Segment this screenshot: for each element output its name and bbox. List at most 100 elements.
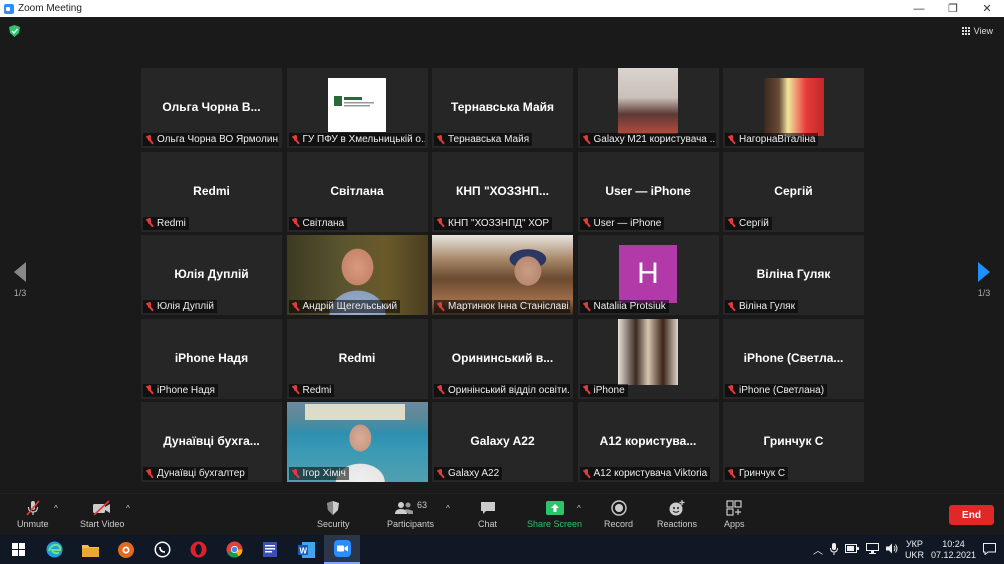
meeting-area: View 1/3 1/3 Ольга Чорна В... Ольга Чорна… [0,17,1004,493]
participant-tile[interactable]: A12 користува... A12 користувача Viktoria [577,402,719,482]
mic-muted-icon [291,468,300,479]
participant-tile[interactable]: H Nataliia Protsiuk [577,235,719,315]
maximize-button[interactable]: ❐ [936,2,970,15]
word-app-icon[interactable]: W [288,535,324,564]
participant-name: Юлія Дуплій [157,301,214,312]
participant-tile[interactable]: Андрій Щегельський [286,235,428,315]
windows-start-icon[interactable] [0,535,36,564]
participant-name-label: Мартинюк Інна Станіславі... [434,300,570,313]
participants-button[interactable]: 63 Participants [387,500,434,529]
participant-tile[interactable]: Сергій Сергій [723,151,864,232]
whatsapp-icon[interactable] [144,535,180,564]
security-button[interactable]: Security [317,500,350,529]
view-label: View [973,26,993,36]
participant-tile[interactable]: Світлана Світлана [286,151,428,232]
video-options-caret[interactable]: ^ [126,504,130,513]
chrome-browser-icon[interactable] [216,535,252,564]
microphone-tray-icon[interactable] [829,542,838,557]
participant-tile[interactable]: Galaxy A22 Galaxy A22 [432,402,573,482]
participant-name: Світлана [302,217,345,229]
start-video-button[interactable]: Start Video [80,500,124,529]
participant-tile[interactable]: Ігор Хіміч [286,402,428,482]
view-button[interactable]: View [961,26,993,36]
shield-icon[interactable] [9,25,20,37]
end-meeting-button[interactable]: End [949,505,994,525]
notifications-icon[interactable] [983,542,996,557]
settings-gear-app-icon[interactable] [108,535,144,564]
participant-tile[interactable]: Дунаївці бухга... Дунаївці бухгалтер [141,402,282,482]
clock-date: 07.12.2021 [930,549,976,560]
participant-tile[interactable]: ГУ ПФУ в Хмельницькій о... [286,68,428,148]
taskbar-clock[interactable]: 10:24 07.12.2021 [931,539,976,561]
language-code-top: УКР [905,538,923,549]
mic-muted-icon [291,301,300,312]
participant-name-label: A12 користувача Viktoria [579,467,711,480]
participant-tile[interactable]: iPhone [577,318,719,399]
participant-display-name: КНП "ХОЗЗНП... [456,183,549,198]
apps-button[interactable]: Apps [724,500,745,529]
participant-tile[interactable]: КНП "ХОЗЗНП... КНП "ХОЗЗНПД" ХОР [432,151,573,232]
system-tray: ︿ УКР UKR 10:24 07.12.2021 [813,535,1004,564]
mic-muted-icon [727,301,736,312]
participant-name: Galaxy A22 [448,468,500,479]
mic-muted-icon [291,134,300,145]
participant-name-label: Віліна Гуляк [725,300,798,313]
mic-muted-icon [145,468,154,479]
participant-tile[interactable]: User — iPhone User — iPhone [577,151,719,232]
participant-name-label: Сергій [725,216,772,230]
participant-tile[interactable]: iPhone (Светла... iPhone (Светлана) [723,318,864,399]
chat-button[interactable]: Chat [478,500,497,529]
participant-tile[interactable]: Redmi Redmi [286,318,428,399]
opera-browser-icon[interactable] [180,535,216,564]
participant-tile[interactable]: Ольга Чорна В... Ольга Чорна ВО Ярмолин..… [141,68,282,148]
participant-display-name: Galaxy A22 [470,434,535,448]
mic-muted-icon [727,218,736,228]
share-options-caret[interactable]: ^ [577,504,581,513]
mic-muted-icon [436,468,445,479]
mic-muted-icon [436,301,445,312]
chevron-up-icon[interactable]: ︿ [813,542,823,557]
participant-tile[interactable]: Тернавська Майя Тернавська Майя [432,68,573,148]
participant-name: ГУ ПФУ в Хмельницькій о... [302,134,425,145]
participant-avatar: H [619,245,677,303]
share-screen-button[interactable]: Share Screen [527,500,582,529]
zoom-taskbar-icon[interactable] [324,535,360,564]
participant-name-label: User — iPhone [579,216,665,230]
minimize-button[interactable]: — [902,3,936,15]
document-app-icon[interactable] [252,535,288,564]
participant-tile[interactable]: Віліна Гуляк Віліна Гуляк [723,235,864,315]
previous-page-button[interactable]: 1/3 [8,262,32,298]
reactions-label: Reactions [657,519,698,529]
windows-taskbar: W ︿ УКР UKR 10:24 07.12.2021 [0,535,1004,564]
next-page-button[interactable]: 1/3 [972,262,996,298]
participant-name: A12 користувача Viktoria [593,468,708,479]
participant-display-name: Віліна Гуляк [756,267,831,281]
edge-browser-icon[interactable] [36,535,72,564]
window-titlebar: Zoom Meeting — ❐ ✕ [0,0,1004,17]
file-explorer-icon[interactable] [72,535,108,564]
mic-muted-icon [291,385,300,395]
participant-tile[interactable]: Redmi Redmi [141,151,282,232]
close-button[interactable]: ✕ [970,2,1004,15]
mic-muted-icon [582,301,591,312]
participants-icon-wrap: 63 [394,500,427,516]
participant-display-name: Дунаївці бухга... [163,434,260,448]
participant-tile[interactable]: Мартинюк Інна Станіславі... [432,235,573,315]
participant-tile[interactable]: Galaxy M21 користувача ... [577,68,719,148]
participants-icon [395,502,413,514]
participant-tile[interactable]: Юлія Дуплій Юлія Дуплій [141,235,282,315]
input-language-indicator[interactable]: УКР UKR [905,539,924,561]
network-icon[interactable] [865,543,879,556]
battery-icon[interactable] [844,544,859,555]
participant-name: Дунаївці бухгалтер [157,468,245,479]
unmute-button[interactable]: Unmute [17,500,49,529]
reactions-button[interactable]: Reactions [657,500,697,529]
audio-options-caret[interactable]: ^ [54,504,58,513]
participant-tile[interactable]: Орининський в... Оринінський відділ освіт… [432,318,573,399]
volume-icon[interactable] [885,543,898,556]
record-button[interactable]: Record [604,500,633,529]
participant-tile[interactable]: НагорнаВіталіна [723,68,864,148]
participants-options-caret[interactable]: ^ [446,504,450,513]
participant-tile[interactable]: iPhone Надя iPhone Надя [141,318,282,399]
participant-tile[interactable]: Гринчук С Гринчук С [723,402,864,482]
